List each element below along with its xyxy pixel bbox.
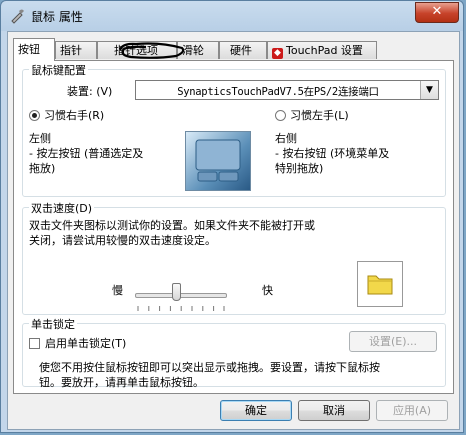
tab-hardware[interactable]: 硬件 [219,41,267,59]
touchpad-tab-icon: ◆ [272,48,283,59]
device-select[interactable]: SynapticsTouchPadV7.5在PS/2连接端口 ▼ [135,80,439,100]
click-lock-settings-button[interactable]: 设置(E)... [349,331,437,352]
device-select-value: SynapticsTouchPadV7.5在PS/2连接端口 [177,86,379,98]
click-lock-desc-line2: 钮。要放开，请再单击鼠标按钮。 [39,376,204,389]
close-button[interactable]: ✕ [415,2,459,23]
fast-label: 快 [262,284,273,297]
slow-label: 慢 [112,284,123,297]
apply-button[interactable]: 应用(A) [376,400,448,421]
slider-ticks [137,306,225,311]
tab-label: TouchPad 设置 [286,44,363,57]
cancel-button[interactable]: 取消 [298,400,370,421]
mouse-icon [11,9,24,24]
buttons-tab-panel: 鼠标键配置 装置: (V) SynapticsTouchPadV7.5在PS/2… [13,60,454,394]
right-side-title: 右侧 [275,132,297,145]
right-side-desc-line2: 特别拖放) [275,162,324,175]
right-side-desc-line1: - 按右按钮 (环境菜单及 [275,147,390,160]
right-hand-radio[interactable]: 习惯右手(R) [29,107,104,123]
click-lock-group: 单击锁定 启用单击锁定(T) 设置(E)... 使您不用按住鼠标按钮即可以突出显… [22,316,446,389]
tab-label: 指针 [60,44,82,57]
button-config-label: 鼠标键配置 [29,62,88,78]
tab-buttons[interactable]: 按钮 [13,38,55,61]
folder-icon [367,275,393,295]
tab-label: 按钮 [18,43,40,56]
right-hand-label: 习惯右手(R) [44,109,105,122]
tab-label: 滑轮 [182,44,204,57]
radio-unselected-icon [275,110,286,121]
chevron-down-icon[interactable]: ▼ [420,81,438,99]
left-side-desc-line1: - 按左按钮 (普通选定及 [29,147,144,160]
click-lock-desc-line1: 使您不用按住鼠标按钮即可以突出显示或拖拽。要设置，请按下鼠标按 [39,361,380,374]
tab-pointers[interactable]: 指针 [55,41,97,59]
checkbox-icon [29,338,40,349]
touchpad-icon [195,139,241,182]
double-click-slider-thumb[interactable] [171,283,181,301]
tab-pointer-options[interactable]: 指针选项 [97,41,177,59]
click-lock-checkbox[interactable]: 启用单击锁定(T) [29,335,126,351]
dialog-client: 按钮 指针 指针选项 滑轮 硬件 ◆ TouchPad 设置 鼠标键配置 装置: … [7,31,460,430]
tab-touchpad-settings[interactable]: ◆ TouchPad 设置 [267,41,377,59]
window-title: 鼠标 属性 [31,10,83,24]
title-bar[interactable]: 鼠标 属性 ✕ [1,1,465,31]
ok-button[interactable]: 确定 [220,400,292,421]
left-hand-label: 习惯左手(L) [290,109,349,122]
tab-wheel[interactable]: 滑轮 [177,41,219,59]
device-label: 装置: (V) [67,85,113,98]
left-side-title: 左侧 [29,132,51,145]
tab-label: 硬件 [230,44,252,57]
click-lock-checkbox-label: 启用单击锁定(T) [45,337,127,350]
double-click-desc-line1: 双击文件夹图标以测试你的设置。如果文件夹不能被打开或 [29,219,315,232]
radio-selected-icon [29,110,40,121]
touchpad-illustration [185,131,251,191]
left-side-desc-line2: 拖放) [29,162,56,175]
tab-label: 指针选项 [114,44,158,57]
tab-strip: 按钮 指针 指针选项 滑轮 硬件 ◆ TouchPad 设置 [13,38,453,61]
test-folder-box[interactable] [357,261,403,307]
double-click-slider-track[interactable] [135,293,227,298]
double-click-label: 双击速度(D) [29,200,95,216]
mouse-properties-window: 鼠标 属性 ✕ 按钮 指针 指针选项 滑轮 硬件 ◆ TouchPad 设置 鼠标… [0,0,464,433]
double-click-desc-line2: 关闭，请尝试用较慢的双击速度设定。 [29,234,216,247]
click-lock-label: 单击锁定 [29,316,77,332]
left-hand-radio[interactable]: 习惯左手(L) [275,107,349,123]
close-icon: ✕ [431,4,443,19]
